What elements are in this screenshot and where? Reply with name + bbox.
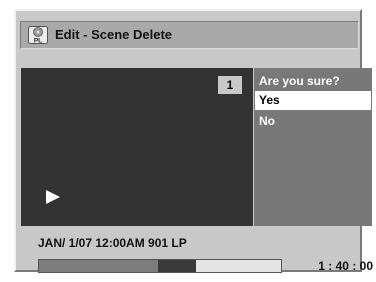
dialog-question: Are you sure? [259,74,340,88]
time-display: 1 : 40 : 00 [318,259,373,273]
progress-bar [38,259,282,273]
scene-number-badge: 1 [218,76,242,94]
play-icon [46,190,60,204]
title-bar: PL Edit - Scene Delete [20,21,359,49]
pl-icon-label: PL [34,38,42,45]
page-title: Edit - Scene Delete [55,27,173,42]
no-option[interactable]: No [259,114,275,128]
progress-scene-window [157,260,197,272]
pl-disc-icon: PL [28,26,48,44]
yes-option[interactable]: Yes [255,91,371,110]
recording-info: JAN/ 1/07 12:00AM 901 LP [38,236,187,250]
